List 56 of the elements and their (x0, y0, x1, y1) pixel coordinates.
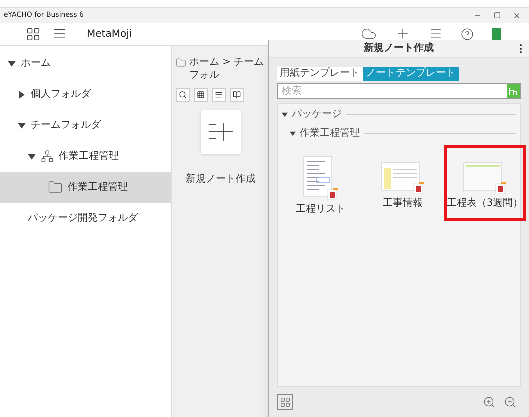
tree-label: チームフォルダ (31, 119, 101, 133)
tree-label: 個人フォルダ (31, 88, 91, 102)
expanded-triangle-icon[interactable] (282, 112, 288, 118)
expanded-triangle-icon[interactable] (28, 152, 36, 160)
tree-item[interactable]: ホーム (0, 48, 171, 79)
search-icon[interactable] (176, 88, 190, 102)
expanded-triangle-icon[interactable] (18, 122, 26, 130)
tree-label: パッケージ開発フォルダ (28, 212, 138, 226)
list-view-icon[interactable] (53, 27, 67, 41)
dialog-title: 新規ノート作成 (364, 41, 434, 56)
template-tab[interactable]: 用紙テンプレート (277, 67, 363, 81)
template-thumbnail[interactable] (303, 156, 339, 202)
template-label: 工程表（3週間） (446, 196, 524, 211)
tree-label: ホーム (21, 57, 51, 71)
help-icon[interactable] (461, 28, 474, 40)
new-note-card[interactable] (201, 110, 241, 154)
folder-icon (176, 56, 186, 70)
template-label: 工程リスト (296, 203, 346, 217)
collapsed-triangle-icon[interactable] (18, 90, 26, 98)
book-icon[interactable] (230, 88, 244, 102)
filter-icon (509, 86, 518, 96)
cloud-icon[interactable] (361, 26, 377, 42)
new-note-label: 新規ノート作成 (186, 172, 256, 187)
maximize-icon[interactable] (494, 12, 501, 19)
close-icon[interactable] (513, 12, 521, 20)
grid-icon (280, 396, 290, 408)
expanded-triangle-icon[interactable] (8, 60, 16, 68)
team-icon (41, 150, 54, 163)
tree-label: 作業工程管理 (59, 150, 119, 164)
breadcrumb: ホーム > チームフォル (190, 56, 266, 82)
zoom-in-icon[interactable] (483, 396, 496, 408)
notes-view-icon[interactable] (26, 26, 41, 42)
expanded-triangle-icon[interactable] (290, 130, 296, 136)
layout-button[interactable] (277, 394, 293, 410)
add-icon[interactable] (395, 26, 411, 42)
template-label: 工事情報 (383, 196, 423, 211)
menu-icon[interactable] (429, 27, 443, 41)
template-thumbnail[interactable] (463, 162, 507, 196)
template-item[interactable]: 工事情報 (362, 145, 444, 221)
tree-item[interactable]: 個人フォルダ (0, 79, 171, 110)
tree-label: 作業工程管理 (68, 180, 128, 195)
grid-view-icon[interactable] (194, 88, 208, 102)
group-label: 作業工程管理 (300, 126, 360, 141)
folder-icon (48, 180, 63, 195)
template-thumbnail[interactable] (381, 162, 425, 196)
list-view-icon[interactable] (212, 88, 226, 102)
account-name: MetaMoji (87, 28, 132, 42)
template-item[interactable]: 工程表（3週間） (444, 145, 526, 221)
new-note-icon (208, 121, 234, 143)
tree-item[interactable]: 作業工程管理 (0, 172, 171, 203)
section-label: パッケージ (292, 108, 342, 122)
tree-item[interactable]: 作業工程管理 (0, 141, 171, 172)
template-item[interactable]: 工程リスト (280, 145, 362, 221)
tree-item[interactable]: パッケージ開発フォルダ (0, 203, 171, 234)
tree-item[interactable]: チームフォルダ (0, 110, 171, 141)
zoom-out-icon[interactable] (504, 396, 517, 408)
